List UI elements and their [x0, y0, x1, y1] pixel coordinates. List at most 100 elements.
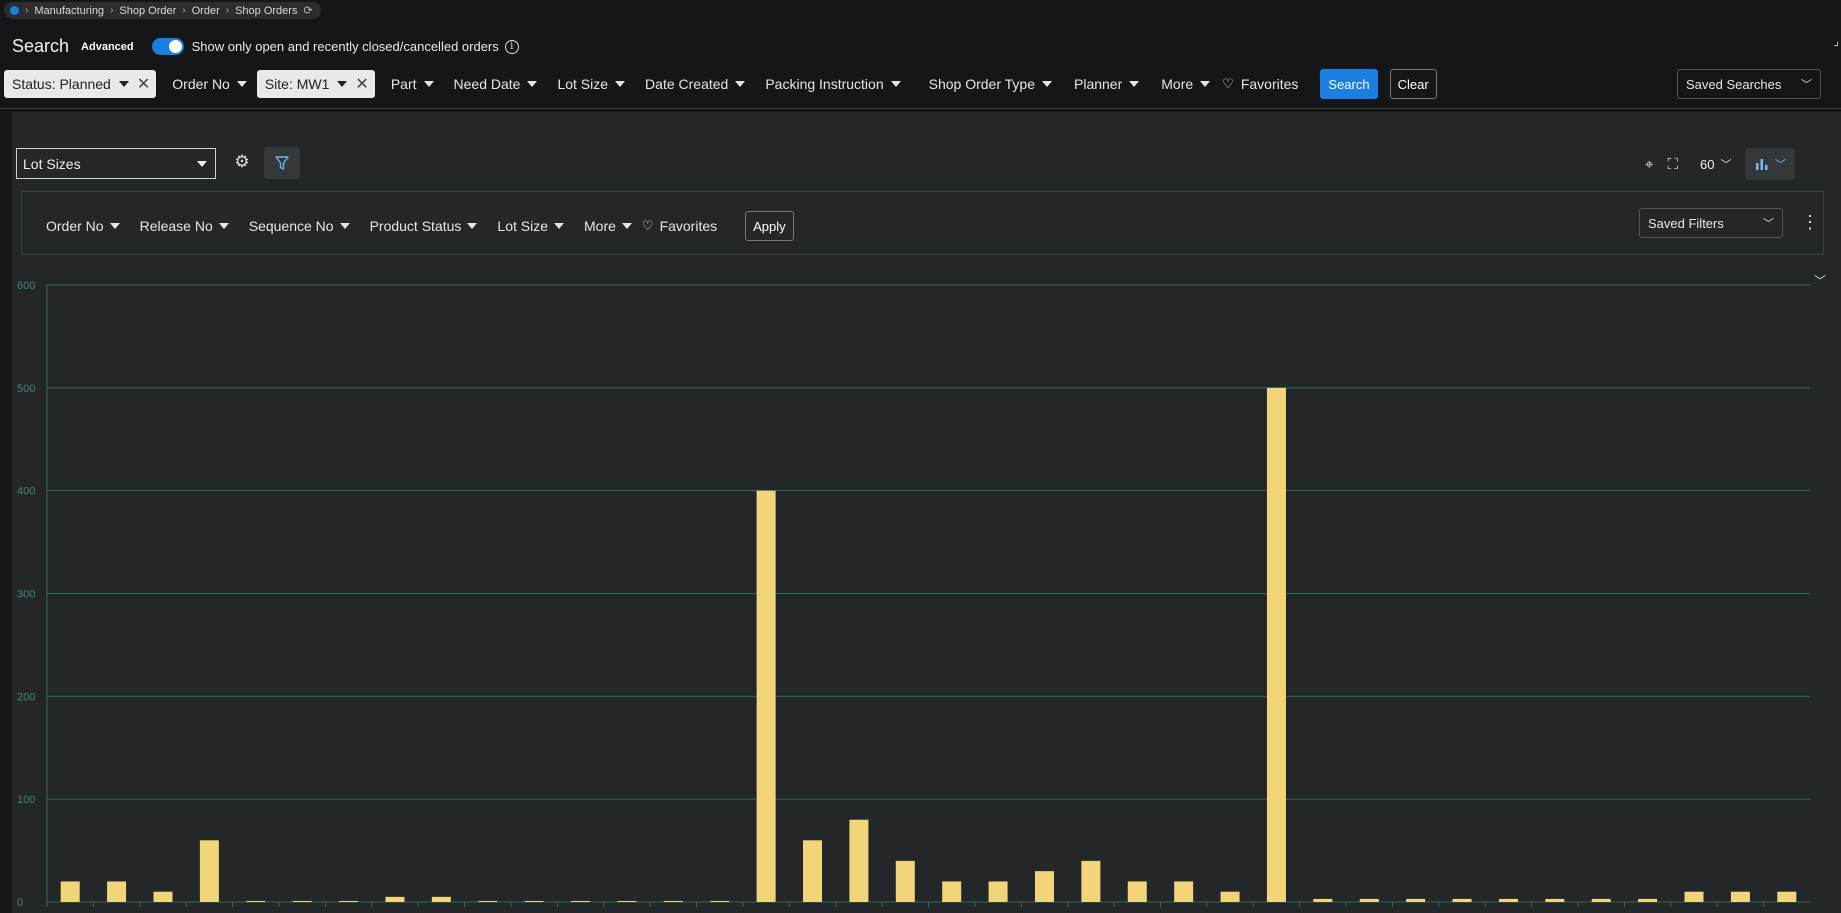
bar[interactable]: [1638, 898, 1658, 902]
order-no-filter[interactable]: Order No: [156, 76, 257, 92]
breadcrumb-item-shop-order[interactable]: Shop Order: [119, 5, 176, 17]
bar[interactable]: [1730, 891, 1750, 902]
planner-filter[interactable]: Planner: [1062, 76, 1149, 92]
breadcrumb-item-shop-orders[interactable]: Shop Orders: [235, 5, 297, 17]
bar[interactable]: [107, 881, 127, 902]
site-chip[interactable]: Site: MW1 ✕: [256, 70, 375, 98]
bar[interactable]: [339, 900, 359, 902]
caret-down-icon[interactable]: [337, 81, 348, 87]
more-chart-filter-label: More: [584, 218, 616, 234]
bar[interactable]: [1591, 898, 1611, 902]
bar[interactable]: [942, 881, 962, 902]
part-filter[interactable]: Part: [375, 76, 444, 92]
chart-select-dropdown[interactable]: Lot Sizes: [16, 148, 216, 179]
home-icon[interactable]: [10, 6, 19, 15]
bar[interactable]: [478, 900, 498, 902]
bar[interactable]: [153, 891, 173, 902]
bar[interactable]: [1452, 898, 1472, 902]
more-chart-filter[interactable]: More: [574, 218, 642, 234]
bar[interactable]: [60, 881, 80, 902]
saved-searches-dropdown[interactable]: Saved Searches ﹀: [1677, 69, 1821, 99]
bar[interactable]: [756, 490, 776, 902]
bar[interactable]: [1545, 898, 1565, 902]
bar[interactable]: [1034, 871, 1054, 902]
crosshair-icon[interactable]: ⌖: [1645, 156, 1653, 173]
product-status-chart-filter[interactable]: Product Status: [360, 218, 488, 234]
need-date-filter[interactable]: Need Date: [444, 76, 548, 92]
order-no-chart-filter[interactable]: Order No: [36, 218, 130, 234]
y-tick-label: 200: [17, 691, 35, 703]
refresh-icon[interactable]: ⟳: [303, 4, 312, 17]
breadcrumb-item-order[interactable]: Order: [192, 5, 220, 17]
caret-down-icon: [197, 160, 207, 167]
saved-filters-dropdown[interactable]: Saved Filters ﹀: [1639, 208, 1783, 238]
bar[interactable]: [1174, 881, 1194, 902]
gear-icon[interactable]: ⚙: [228, 148, 256, 176]
bar[interactable]: [571, 900, 591, 902]
bar[interactable]: [524, 900, 544, 902]
bar[interactable]: [246, 900, 266, 902]
close-icon[interactable]: ✕: [355, 74, 368, 94]
sequence-no-chart-filter[interactable]: Sequence No: [239, 218, 360, 234]
bar[interactable]: [1081, 860, 1101, 902]
bar[interactable]: [617, 900, 637, 902]
bar[interactable]: [199, 840, 219, 902]
status-chip-label: Status: Planned: [12, 76, 111, 92]
caret-down-icon: [735, 81, 746, 87]
bar[interactable]: [1266, 387, 1286, 902]
chart-favorites-button[interactable]: ♡ Favorites: [642, 218, 727, 234]
chart-type-button[interactable]: ﹀: [1745, 148, 1796, 180]
bar[interactable]: [1684, 891, 1704, 902]
close-icon[interactable]: ✕: [137, 74, 150, 94]
bar[interactable]: [895, 860, 915, 902]
more-filter-label: More: [1161, 76, 1194, 92]
bar[interactable]: [988, 881, 1008, 902]
clear-button[interactable]: Clear: [1389, 69, 1437, 99]
planner-filter-label: Planner: [1074, 76, 1123, 92]
page-size-dropdown[interactable]: 60 ﹀: [1700, 156, 1731, 172]
more-options-icon[interactable]: ⋮: [1801, 212, 1819, 233]
status-chip[interactable]: Status: Planned ✕: [4, 70, 157, 98]
bar[interactable]: [431, 896, 451, 902]
caret-down-icon[interactable]: [118, 81, 129, 87]
release-no-chart-filter[interactable]: Release No: [130, 218, 239, 234]
info-icon[interactable]: i: [504, 39, 519, 54]
caret-down-icon: [527, 81, 538, 87]
chevron-right-icon: ›: [25, 5, 29, 16]
more-filter[interactable]: More: [1149, 76, 1218, 92]
chevron-right-icon: ›: [110, 5, 114, 16]
bar[interactable]: [849, 819, 869, 902]
packing-instruction-filter[interactable]: Packing Instruction: [755, 76, 910, 92]
open-orders-toggle[interactable]: [151, 38, 184, 55]
lot-size-filter-label: Lot Size: [557, 76, 609, 92]
bar[interactable]: [663, 900, 683, 902]
y-tick-label: 300: [17, 589, 35, 601]
bar[interactable]: [1220, 891, 1240, 902]
breadcrumb-item-manufacturing[interactable]: Manufacturing: [34, 5, 104, 17]
bar[interactable]: [1406, 898, 1426, 902]
date-created-filter[interactable]: Date Created: [635, 76, 755, 92]
advanced-link[interactable]: Advanced: [81, 41, 134, 53]
caret-down-icon: [218, 223, 229, 229]
date-created-filter-label: Date Created: [645, 76, 729, 92]
bar[interactable]: [292, 900, 312, 902]
shop-order-type-filter[interactable]: Shop Order Type: [911, 76, 1062, 92]
bar[interactable]: [1127, 881, 1147, 902]
bar[interactable]: [1313, 898, 1333, 902]
bar[interactable]: [1359, 898, 1379, 902]
filter-toggle-button[interactable]: [264, 147, 300, 179]
lot-size-filter[interactable]: Lot Size: [547, 76, 635, 92]
apply-button[interactable]: Apply: [745, 211, 794, 241]
lot-size-chart-filter[interactable]: Lot Size: [487, 218, 574, 234]
bar[interactable]: [710, 900, 730, 902]
resize-handle-icon[interactable]: ⌟: [1833, 34, 1839, 48]
bar[interactable]: [1777, 891, 1797, 902]
fullscreen-icon[interactable]: ⛶: [1667, 156, 1678, 173]
bar[interactable]: [1498, 898, 1518, 902]
funnel-icon: [275, 156, 289, 170]
favorites-button[interactable]: ♡ Favorites: [1218, 76, 1308, 92]
bar[interactable]: [385, 896, 405, 902]
chevron-right-icon: ›: [182, 5, 186, 16]
bar[interactable]: [803, 840, 823, 902]
search-button[interactable]: Search: [1320, 69, 1378, 99]
